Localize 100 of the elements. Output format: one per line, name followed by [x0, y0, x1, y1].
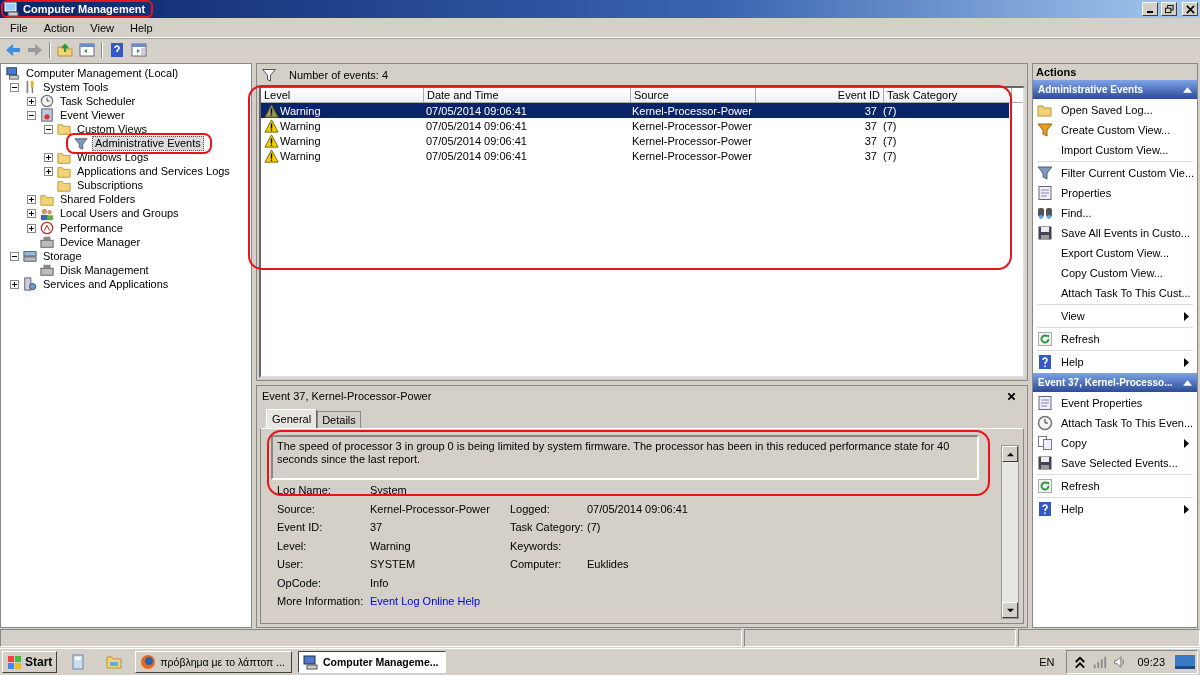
event-row[interactable]: Warning 07/05/2014 09:06:41 Kernel-Processor-Power 37 (7): [261, 103, 1009, 118]
expand-toggle[interactable]: [27, 223, 36, 233]
chevron-up-icon[interactable]: [1073, 655, 1088, 669]
table-cell: Kernel-Processor-Power: [632, 149, 752, 162]
table-cell: 07/05/2014 09:06:41: [426, 119, 527, 132]
collapse-toggle[interactable]: [44, 124, 53, 134]
expand-toggle[interactable]: [10, 279, 19, 289]
scrollbar[interactable]: [1001, 445, 1019, 619]
menu-item[interactable]: Action: [35, 21, 83, 34]
tree-item[interactable]: Local Users and Groups: [58, 207, 181, 221]
expand-toggle[interactable]: [27, 195, 36, 205]
restore-button[interactable]: [1161, 2, 1177, 16]
language-indicator[interactable]: EN: [1033, 656, 1061, 668]
window-title: Computer Management: [23, 3, 146, 15]
collapse-toggle[interactable]: [27, 110, 36, 120]
funnel-icon: [1037, 165, 1053, 181]
users-icon: [40, 207, 54, 221]
action-link[interactable]: Import Custom View...: [1061, 144, 1169, 156]
event-row[interactable]: Warning 07/05/2014 09:06:41 Kernel-Processor-Power 37 (7): [261, 148, 1009, 163]
table-cell: Warning: [280, 104, 321, 117]
tree-item[interactable]: Device Manager: [58, 235, 143, 249]
action-link[interactable]: Save All Events in Custo...: [1061, 227, 1190, 239]
action-link[interactable]: View: [1061, 310, 1085, 322]
action-link[interactable]: Copy: [1061, 437, 1087, 449]
tab[interactable]: Details: [317, 411, 361, 428]
show-desktop-icon[interactable]: [1175, 654, 1195, 670]
tab[interactable]: General: [266, 409, 318, 428]
menu-item[interactable]: View: [82, 21, 122, 34]
tree-item[interactable]: Task Scheduler: [58, 94, 138, 108]
menu-item[interactable]: Help: [121, 21, 161, 34]
tree-item[interactable]: System Tools: [41, 80, 111, 94]
action-link[interactable]: Filter Current Custom Vie...: [1061, 167, 1195, 179]
column-header[interactable]: Task Category: [884, 88, 1012, 102]
storage-icon: [23, 249, 37, 264]
field-value: Info: [370, 576, 390, 590]
event-description: The speed of processor 3 in group 0 is being limited by system firmware. The processor has been in this reduced performance state for 40 seconds since the last report.: [271, 435, 979, 480]
collapse-toggle[interactable]: [10, 82, 19, 92]
expand-toggle[interactable]: [44, 153, 53, 163]
action-link[interactable]: Attach Task To This Even...: [1061, 417, 1194, 429]
tree-item[interactable]: Subscriptions: [75, 179, 146, 193]
table-cell: 37: [864, 104, 877, 117]
action-link[interactable]: Properties: [1061, 187, 1112, 199]
show-tree-button[interactable]: [77, 40, 97, 60]
action-link[interactable]: Create Custom View...: [1061, 124, 1171, 136]
collapse-caret-icon[interactable]: [1183, 86, 1192, 93]
gauge-icon: [40, 221, 54, 236]
clock-icon: [1037, 415, 1053, 431]
minimize-button[interactable]: [1142, 2, 1158, 16]
taskbar-button[interactable]: πρόβλημα με το λάπτοπ ...: [135, 651, 292, 673]
tree-item[interactable]: Windows Logs: [75, 151, 151, 165]
tree-item[interactable]: Storage: [41, 249, 84, 263]
collapse-caret-icon[interactable]: [1183, 379, 1192, 386]
table-cell: (7): [883, 119, 897, 132]
folder-icon: [40, 192, 54, 207]
column-header[interactable]: Date and Time: [424, 88, 631, 102]
show-action-pane-button[interactable]: [129, 40, 149, 60]
tree-item[interactable]: Services and Applications: [41, 277, 171, 291]
collapse-toggle[interactable]: [10, 251, 19, 261]
tree-item[interactable]: Shared Folders: [58, 193, 138, 207]
scroll-up-arrow-icon[interactable]: [1006, 450, 1014, 458]
expand-toggle[interactable]: [27, 96, 36, 106]
clock-time[interactable]: 09:23: [1133, 656, 1169, 668]
action-link[interactable]: Help: [1061, 356, 1084, 368]
column-header[interactable]: Source: [631, 88, 756, 102]
column-header[interactable]: Event ID: [756, 88, 884, 102]
expand-toggle[interactable]: [44, 167, 53, 177]
menu-item[interactable]: File: [2, 21, 36, 34]
tree-item[interactable]: Event Viewer: [58, 108, 127, 122]
action-link[interactable]: Copy Custom View...: [1061, 267, 1163, 279]
close-icon[interactable]: [1007, 391, 1016, 401]
field-value: 37: [370, 521, 384, 535]
close-button[interactable]: [1182, 2, 1198, 16]
tree-item[interactable]: Administrative Events: [92, 136, 204, 151]
action-link[interactable]: Save Selected Events...: [1061, 457, 1178, 469]
table-cell: 07/05/2014 09:06:41: [426, 104, 527, 117]
section-header[interactable]: Administrative Events: [1033, 80, 1197, 99]
event-row[interactable]: Warning 07/05/2014 09:06:41 Kernel-Processor-Power 37 (7): [261, 118, 1009, 133]
expand-toggle[interactable]: [27, 209, 36, 219]
taskbar-button[interactable]: Computer Manageme...: [298, 651, 446, 673]
tree-item[interactable]: Applications and Services Logs: [75, 165, 232, 179]
help-link[interactable]: Event Log Online Help: [370, 595, 510, 609]
browser-globe-icon: [140, 654, 157, 670]
action-link[interactable]: Attach Task To This Cust...: [1061, 287, 1191, 299]
action-link[interactable]: Export Custom View...: [1061, 247, 1169, 259]
action-link[interactable]: Refresh: [1061, 333, 1100, 345]
action-link[interactable]: Refresh: [1061, 480, 1100, 492]
column-header[interactable]: Level: [261, 88, 424, 102]
start-button[interactable]: Start: [2, 651, 58, 673]
scroll-down-arrow-icon[interactable]: [1006, 606, 1014, 614]
action-link[interactable]: Help: [1061, 503, 1084, 515]
action-link[interactable]: Find...: [1061, 207, 1092, 219]
tree-item[interactable]: Computer Management (Local): [24, 66, 181, 80]
section-header[interactable]: Event 37, Kernel-Processo...: [1033, 373, 1197, 392]
tree-item[interactable]: Custom Views: [75, 122, 150, 136]
tree-item[interactable]: Disk Management: [58, 263, 151, 277]
help-icon: [1037, 354, 1053, 370]
event-row[interactable]: Warning 07/05/2014 09:06:41 Kernel-Processor-Power 37 (7): [261, 133, 1009, 148]
action-link[interactable]: Event Properties: [1061, 397, 1143, 409]
action-link[interactable]: Open Saved Log...: [1061, 104, 1153, 116]
tree-item[interactable]: Performance: [58, 221, 125, 235]
